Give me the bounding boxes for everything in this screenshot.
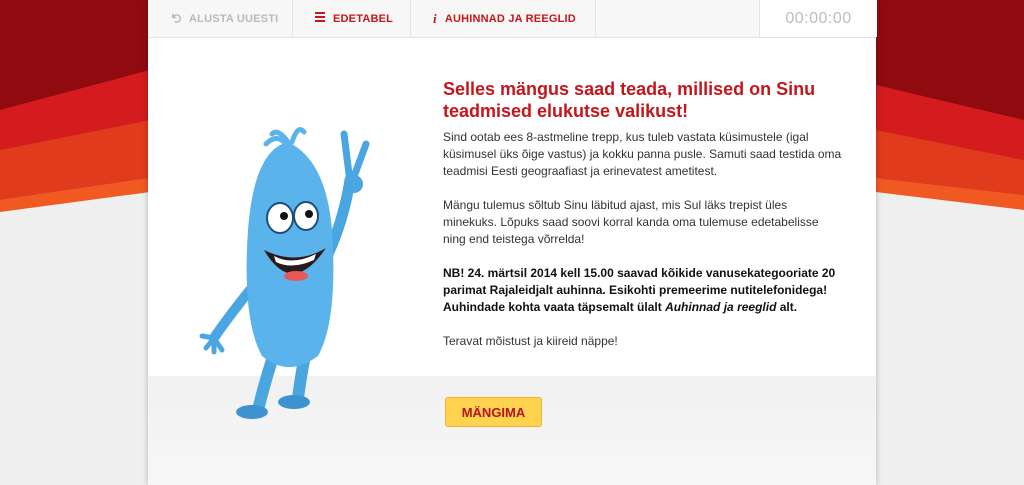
leaderboard-button[interactable]: EDETABEL xyxy=(293,0,411,37)
intro-paragraph-2: Mängu tulemus sõltub Sinu läbitud ajast,… xyxy=(443,198,819,246)
prizes-rules-label: AUHINNAD JA REEGLID xyxy=(444,12,576,25)
restart-label: ALUSTA UUESTI xyxy=(189,12,279,25)
prizes-rules-button[interactable]: i AUHINNAD JA REEGLID xyxy=(411,0,596,37)
prize-notice: NB! 24. märtsil 2014 kell 15.00 saavad k… xyxy=(443,265,843,316)
top-nav-bar: ALUSTA UUESTI EDETABEL i AUHINNAD JA REE… xyxy=(148,0,877,38)
prizes-rules-reference: Auhinnad ja reeglid xyxy=(665,300,777,314)
intro-paragraph-4: Teravat mõistust ja kiireid näppe! xyxy=(443,334,618,348)
blue-mascot-waving-icon xyxy=(199,127,370,419)
info-icon: i xyxy=(433,10,437,26)
intro-content: Selles mängus saad teada, millised on Si… xyxy=(443,78,843,350)
play-button[interactable]: MÄNGIMA xyxy=(445,397,542,427)
intro-title: Selles mängus saad teada, millised on Si… xyxy=(443,79,816,121)
leaderboard-label: EDETABEL xyxy=(333,12,394,25)
list-icon xyxy=(315,12,325,25)
intro-paragraph-1: Sind ootab ees 8-astmeline trepp, kus tu… xyxy=(443,130,842,178)
game-timer: 00:00:00 xyxy=(759,0,877,37)
restart-button[interactable]: ALUSTA UUESTI xyxy=(148,0,293,37)
prize-notice-end: alt. xyxy=(776,300,798,314)
undo-arrow-icon xyxy=(170,12,181,26)
